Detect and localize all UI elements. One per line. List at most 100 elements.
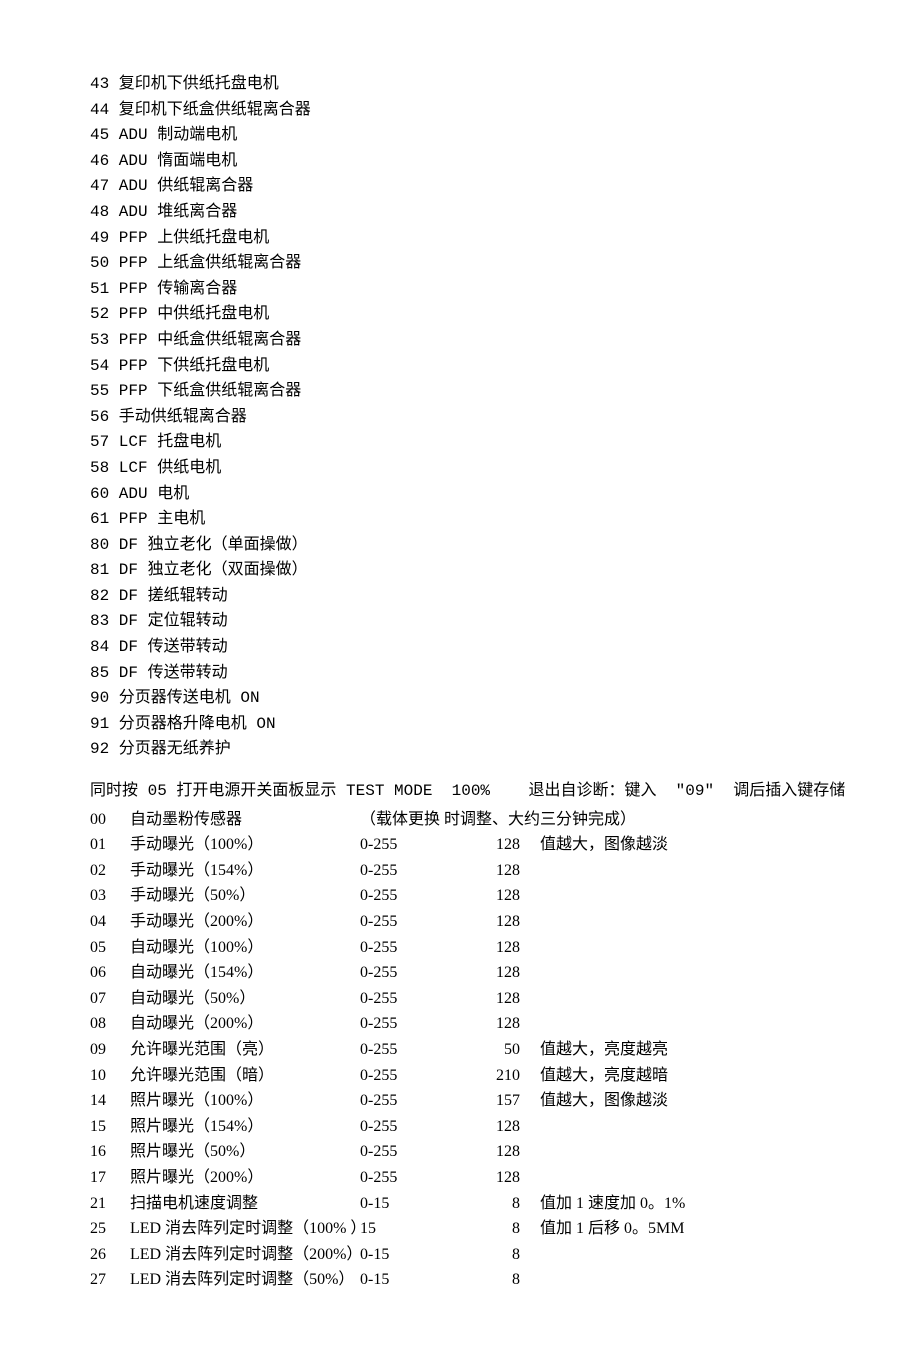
param-default: 128 <box>460 1139 520 1165</box>
param-remark <box>520 1011 540 1037</box>
param-range: 0-255 <box>360 960 460 986</box>
param-code: 21 <box>90 1191 130 1217</box>
param-row: 14照片曝光（100%）0-255157值越大，图像越淡 <box>90 1088 830 1114</box>
param-name: 照片曝光（50%） <box>130 1139 360 1165</box>
param-code: 17 <box>90 1165 130 1191</box>
param-default: 128 <box>460 858 520 884</box>
code-line: 61 PFP 主电机 <box>90 507 830 533</box>
param-default: 8 <box>460 1242 520 1268</box>
param-default: 128 <box>460 935 520 961</box>
code-line: 91 分页器格升降电机 ON <box>90 712 830 738</box>
code-line: 55 PFP 下纸盒供纸辊离合器 <box>90 379 830 405</box>
code-line: 58 LCF 供纸电机 <box>90 456 830 482</box>
code-line: 51 PFP 传输离合器 <box>90 277 830 303</box>
param-code: 16 <box>90 1139 130 1165</box>
param-remark <box>520 1114 540 1140</box>
code-line: 48 ADU 堆纸离合器 <box>90 200 830 226</box>
code-list: 43 复印机下供纸托盘电机44 复印机下纸盒供纸辊离合器45 ADU 制动端电机… <box>90 72 830 763</box>
param-row: 25LED 消去阵列定时调整（100% ）158值加 1 后移 0。5MM <box>90 1216 830 1242</box>
param-range: 0-255 <box>360 1165 460 1191</box>
param-range: 0-255 <box>360 935 460 961</box>
param-name: 自动曝光（100%） <box>130 935 360 961</box>
param-default: 128 <box>460 909 520 935</box>
param-remark: （载体更换 时调整、大约三分钟完成） <box>360 807 636 833</box>
param-row: 16照片曝光（50%）0-255128 <box>90 1139 830 1165</box>
param-remark: 值越大，图像越淡 <box>520 1088 668 1114</box>
code-line: 60 ADU 电机 <box>90 482 830 508</box>
param-code: 03 <box>90 883 130 909</box>
param-code: 08 <box>90 1011 130 1037</box>
param-row: 08自动曝光（200%）0-255128 <box>90 1011 830 1037</box>
param-code: 07 <box>90 986 130 1012</box>
param-name: LED 消去阵列定时调整（50%） <box>130 1267 360 1293</box>
param-remark <box>520 986 540 1012</box>
param-range: 0-15 <box>360 1242 460 1268</box>
param-row: 02手动曝光（154%）0-255128 <box>90 858 830 884</box>
code-line: 57 LCF 托盘电机 <box>90 430 830 456</box>
param-default: 8 <box>460 1216 520 1242</box>
param-code: 27 <box>90 1267 130 1293</box>
param-code: 26 <box>90 1242 130 1268</box>
code-line: 44 复印机下纸盒供纸辊离合器 <box>90 98 830 124</box>
param-remark <box>520 960 540 986</box>
param-code: 09 <box>90 1037 130 1063</box>
param-range: 0-255 <box>360 1114 460 1140</box>
code-line: 50 PFP 上纸盒供纸辊离合器 <box>90 251 830 277</box>
code-line: 83 DF 定位辊转动 <box>90 609 830 635</box>
param-default: 128 <box>460 1011 520 1037</box>
param-row: 10允许曝光范围（暗）0-255210值越大，亮度越暗 <box>90 1063 830 1089</box>
param-name: 允许曝光范围（暗） <box>130 1063 360 1089</box>
param-row: 01手动曝光（100%）0-255128值越大，图像越淡 <box>90 832 830 858</box>
param-default: 128 <box>460 960 520 986</box>
section-header: 同时按 05 打开电源开关面板显示 TEST MODE 100% 退出自诊断：键… <box>90 779 830 805</box>
code-line: 43 复印机下供纸托盘电机 <box>90 72 830 98</box>
param-name: 允许曝光范围（亮） <box>130 1037 360 1063</box>
param-range: 0-255 <box>360 1088 460 1114</box>
param-default: 50 <box>460 1037 520 1063</box>
code-line: 84 DF 传送带转动 <box>90 635 830 661</box>
param-range: 0-255 <box>360 1063 460 1089</box>
param-name: 自动曝光（50%） <box>130 986 360 1012</box>
param-name: 自动墨粉传感器 <box>130 807 360 833</box>
param-range: 0-255 <box>360 1139 460 1165</box>
param-name: 照片曝光（200%） <box>130 1165 360 1191</box>
param-default: 210 <box>460 1063 520 1089</box>
param-range: 0-255 <box>360 832 460 858</box>
param-row: 21扫描电机速度调整0-158值加 1 速度加 0。1% <box>90 1191 830 1217</box>
param-remark: 值越大，亮度越亮 <box>520 1037 668 1063</box>
param-code: 00 <box>90 807 130 833</box>
param-name: 手动曝光（100%） <box>130 832 360 858</box>
param-remark <box>520 1139 540 1165</box>
code-line: 56 手动供纸辊离合器 <box>90 405 830 431</box>
param-default: 8 <box>460 1267 520 1293</box>
code-line: 45 ADU 制动端电机 <box>90 123 830 149</box>
code-line: 52 PFP 中供纸托盘电机 <box>90 302 830 328</box>
param-name: LED 消去阵列定时调整（200%） <box>130 1242 360 1268</box>
param-range: 0-255 <box>360 883 460 909</box>
param-row: 04手动曝光（200%）0-255128 <box>90 909 830 935</box>
code-line: 82 DF 搓纸辊转动 <box>90 584 830 610</box>
param-range: 0-255 <box>360 986 460 1012</box>
code-line: 49 PFP 上供纸托盘电机 <box>90 226 830 252</box>
param-name: 照片曝光（154%） <box>130 1114 360 1140</box>
param-name: 照片曝光（100%） <box>130 1088 360 1114</box>
code-line: 54 PFP 下供纸托盘电机 <box>90 354 830 380</box>
param-default: 128 <box>460 1165 520 1191</box>
code-line: 85 DF 传送带转动 <box>90 661 830 687</box>
param-row: 15照片曝光（154%）0-255128 <box>90 1114 830 1140</box>
param-remark: 值越大，图像越淡 <box>520 832 668 858</box>
param-default: 128 <box>460 986 520 1012</box>
param-code: 05 <box>90 935 130 961</box>
param-row: 27LED 消去阵列定时调整（50%）0-158 <box>90 1267 830 1293</box>
param-range: 0-255 <box>360 909 460 935</box>
param-range: 0-15 <box>360 1267 460 1293</box>
param-default: 128 <box>460 832 520 858</box>
param-row: 00 自动墨粉传感器 （载体更换 时调整、大约三分钟完成） <box>90 807 830 833</box>
param-row: 05自动曝光（100%）0-255128 <box>90 935 830 961</box>
param-list: 01手动曝光（100%）0-255128值越大，图像越淡02手动曝光（154%）… <box>90 832 830 1293</box>
param-remark: 值加 1 速度加 0。1% <box>520 1191 685 1217</box>
param-name: 自动曝光（200%） <box>130 1011 360 1037</box>
param-range: 0-15 <box>360 1191 460 1217</box>
param-code: 02 <box>90 858 130 884</box>
param-code: 10 <box>90 1063 130 1089</box>
